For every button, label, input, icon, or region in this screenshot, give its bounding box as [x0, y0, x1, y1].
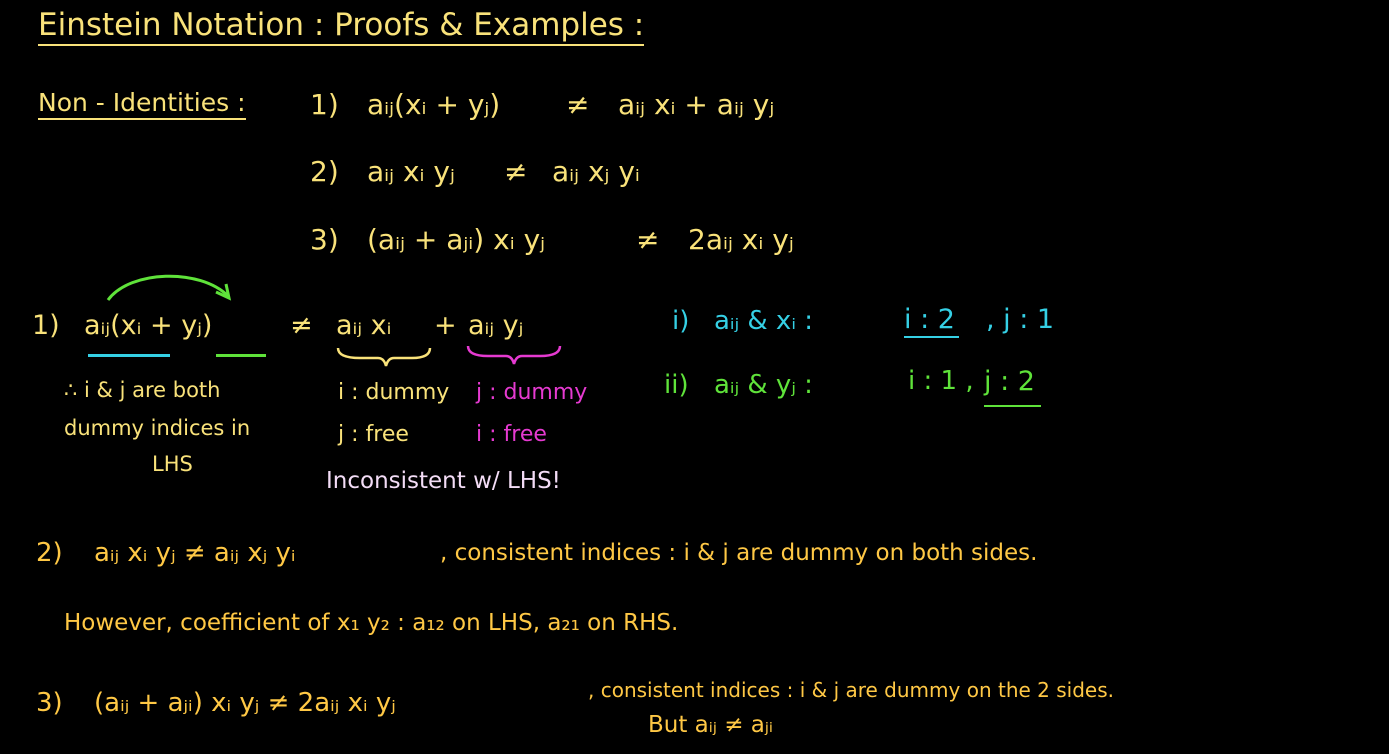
non-identity-3-lhs: (aᵢⱼ + aⱼᵢ) xᵢ yⱼ	[367, 223, 546, 256]
proof1-not-equal: ≠	[290, 310, 313, 341]
non-identity-2-not-equal: ≠	[504, 155, 528, 188]
sub-ii-index-j: j : 2	[984, 368, 1041, 407]
lhs-note-line-3: LHS	[152, 452, 193, 476]
term-a-free-note: j : free	[338, 422, 409, 447]
sub-i-index-i: i : 2	[904, 306, 959, 338]
non-identity-1-lhs: aᵢⱼ(xᵢ + yⱼ)	[367, 88, 501, 121]
proof1-rhs-b: aᵢⱼ yⱼ	[468, 310, 524, 341]
lhs-note-line-2: dummy indices in	[64, 416, 251, 440]
non-identity-2-number: 2)	[310, 155, 339, 188]
sub-i-index-j: , j : 1	[986, 304, 1055, 335]
sub-ii-terms: aᵢⱼ & yⱼ :	[714, 370, 813, 400]
proof2-coefficient-line: However, coefficient of x₁ y₂ : a₁₂ on L…	[64, 610, 679, 636]
proof3-but-line: But aᵢⱼ ≠ aⱼᵢ	[648, 712, 774, 738]
non-identity-1-not-equal: ≠	[566, 88, 590, 121]
proof1-lhs: aᵢⱼ(xᵢ + yⱼ)	[84, 310, 213, 341]
proof2-equation: aᵢⱼ xᵢ yⱼ ≠ aᵢⱼ xⱼ yᵢ	[94, 538, 296, 568]
proof1-rhs-a: aᵢⱼ xᵢ	[336, 310, 392, 341]
non-identity-1-rhs: aᵢⱼ xᵢ + aᵢⱼ yⱼ	[618, 88, 775, 121]
non-identity-2-lhs: aᵢⱼ xᵢ yⱼ	[367, 155, 455, 188]
lhs-a-underline-cyan	[88, 354, 170, 357]
inconsistent-conclusion: Inconsistent w/ LHS!	[326, 468, 561, 494]
lhs-note-line-1: ∴ i & j are both	[64, 378, 221, 402]
non-identity-3-rhs: 2aᵢⱼ xᵢ yⱼ	[688, 223, 794, 256]
term-b-free-note: i : free	[476, 422, 547, 447]
sub-i-number: i)	[672, 306, 690, 336]
non-identity-3-number: 3)	[310, 223, 339, 256]
proof2-note: , consistent indices : i & j are dummy o…	[440, 540, 1038, 566]
proof1-plus: +	[434, 310, 457, 341]
proof3-number: 3)	[36, 688, 63, 718]
page-title: Einstein Notation : Proofs & Examples :	[38, 10, 645, 46]
brace-magenta	[466, 345, 562, 365]
proof2-number: 2)	[36, 538, 63, 568]
non-identities-label: Non - Identities :	[38, 90, 246, 120]
lhs-y-underline-green	[216, 354, 266, 357]
term-a-dummy-note: i : dummy	[338, 380, 450, 405]
term-b-dummy-note: j : dummy	[476, 380, 588, 405]
proof3-equation: (aᵢⱼ + aⱼᵢ) xᵢ yⱼ ≠ 2aᵢⱼ xᵢ yⱼ	[94, 688, 396, 718]
sub-ii-number: ii)	[664, 370, 689, 400]
brace-yellow	[336, 347, 432, 367]
non-identity-1-number: 1)	[310, 88, 339, 121]
non-identity-3-not-equal: ≠	[636, 223, 660, 256]
sub-ii-index-i: i : 1 ,	[908, 366, 974, 396]
sub-i-terms: aᵢⱼ & xᵢ :	[714, 306, 813, 336]
proof1-number: 1)	[32, 310, 60, 341]
distribution-arrow-head	[215, 283, 232, 301]
non-identity-2-rhs: aᵢⱼ xⱼ yᵢ	[552, 155, 640, 188]
distribution-arrow	[106, 274, 230, 301]
proof3-note: , consistent indices : i & j are dummy o…	[588, 678, 1114, 702]
